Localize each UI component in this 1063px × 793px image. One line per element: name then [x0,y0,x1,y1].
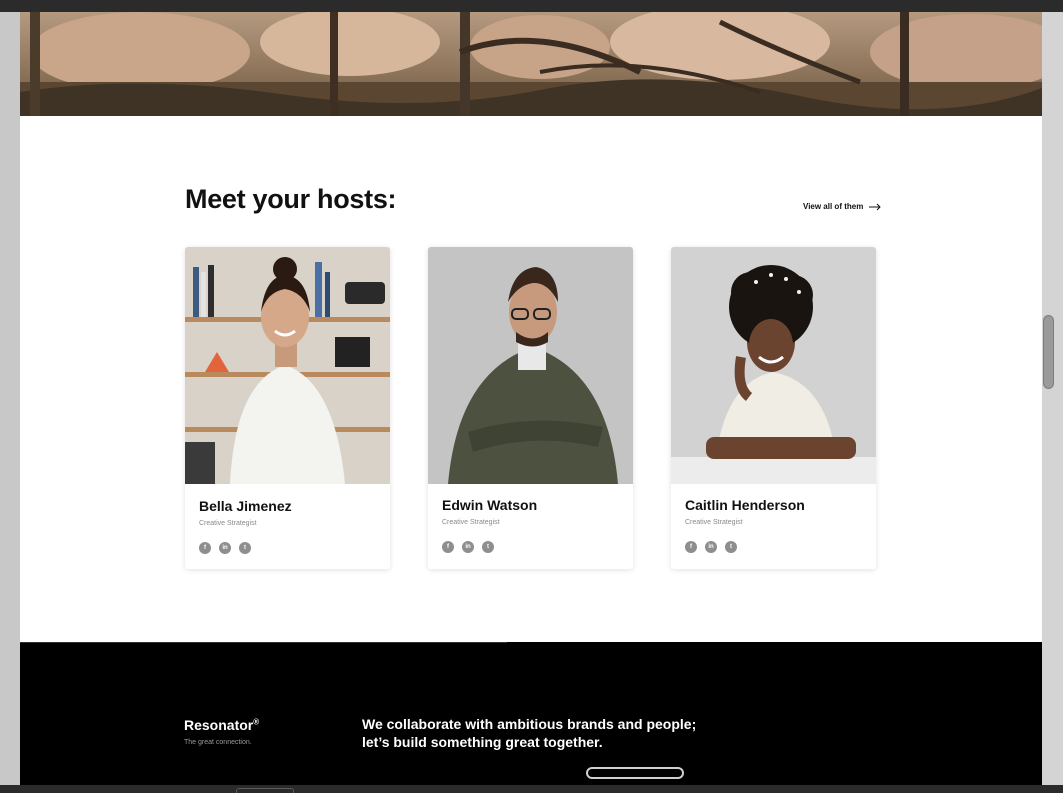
host-photo [428,247,633,484]
window-top-bar [0,0,1063,12]
footer-tagline: The great connection. [184,739,252,746]
footer-heading: We collaborate with ambitious brands and… [362,715,722,751]
scrollbar-thumb[interactable] [1043,315,1054,389]
host-name: Bella Jimenez [199,498,292,514]
footer-brand[interactable]: Resonator® [184,717,259,733]
linkedin-icon[interactable]: in [219,542,231,554]
facebook-icon[interactable]: f [199,542,211,554]
linkedin-icon[interactable]: in [705,541,717,553]
host-card[interactable]: Caitlin Henderson Creative Strategist f … [671,247,876,569]
host-name: Edwin Watson [442,497,538,513]
scrollbar-track[interactable] [1042,12,1063,785]
view-all-label: View all of them [803,202,864,211]
arrow-right-icon [869,203,882,210]
facebook-icon[interactable]: f [442,541,454,553]
twitter-icon[interactable]: t [482,541,494,553]
window-bottom-bar [0,785,1063,793]
host-role: Creative Strategist [685,519,743,526]
footer-heading-line1: We collaborate with ambitious brands and… [362,716,697,732]
twitter-icon[interactable]: t [725,541,737,553]
facebook-icon[interactable]: f [685,541,697,553]
host-photo [671,247,876,484]
host-card[interactable]: Bella Jimenez Creative Strategist f in t [185,247,390,569]
page-viewport: Meet your hosts: View all of them Bella … [20,12,1042,785]
footer-brand-name: Resonator [184,717,254,733]
host-role: Creative Strategist [199,520,257,527]
hosts-section-title: Meet your hosts: [185,184,397,214]
bottom-tab[interactable] [236,788,294,793]
footer-brand-mark: ® [253,717,260,727]
host-social-links: f in t [442,541,494,553]
footer-divider [20,642,507,643]
host-name: Caitlin Henderson [685,497,805,513]
host-card[interactable]: Edwin Watson Creative Strategist f in t [428,247,633,569]
twitter-icon[interactable]: t [239,542,251,554]
footer [20,642,1042,785]
hero-desert-image [20,12,1042,116]
footer-cta-button[interactable] [586,767,684,779]
host-social-links: f in t [199,542,251,554]
linkedin-icon[interactable]: in [462,541,474,553]
host-social-links: f in t [685,541,737,553]
view-all-hosts-link[interactable]: View all of them [803,202,882,211]
footer-heading-line2: let’s build something great together. [362,734,603,750]
host-photo [185,247,390,484]
host-role: Creative Strategist [442,519,500,526]
